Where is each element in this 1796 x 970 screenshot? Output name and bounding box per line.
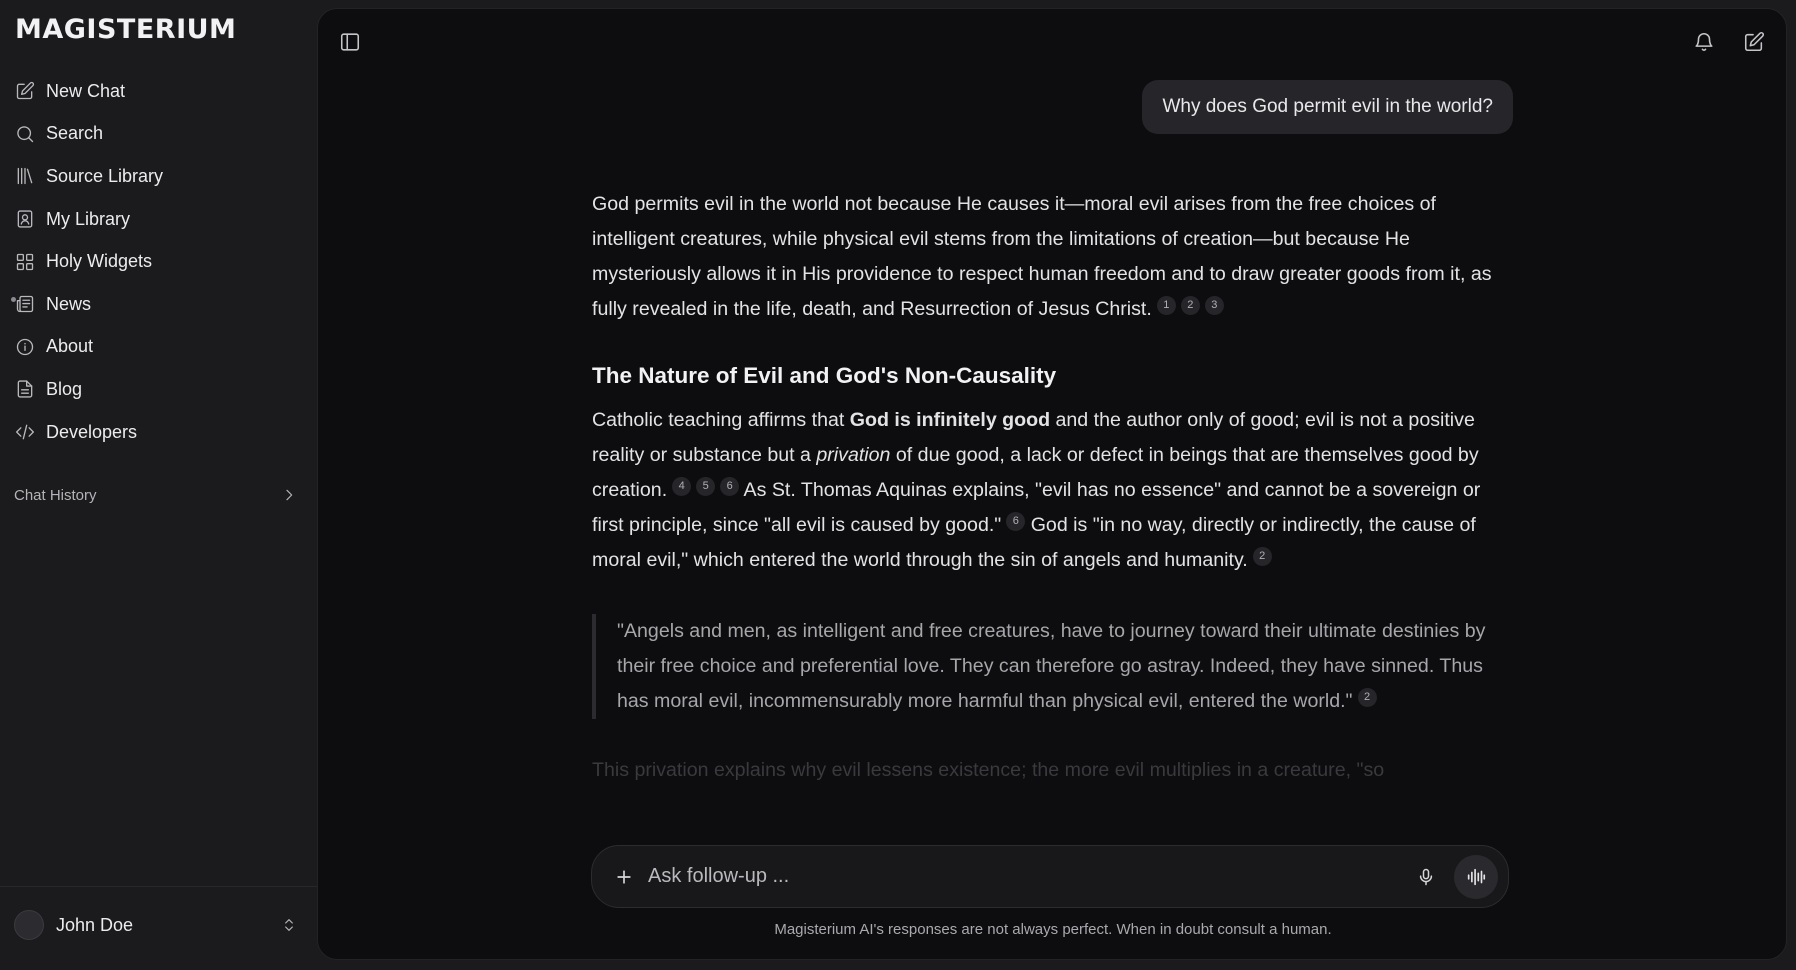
citation-badge[interactable]: 4	[672, 477, 692, 496]
sidebar-item-search[interactable]: Search	[0, 113, 317, 156]
chat-history-toggle[interactable]: Chat History	[14, 484, 297, 506]
sidebar-item-developers[interactable]: Developers	[0, 411, 317, 454]
sidebar-item-label: Developers	[46, 421, 138, 442]
sidebar-item-news[interactable]: News	[0, 283, 317, 326]
microphone-button[interactable]	[1412, 863, 1440, 891]
citation-badge[interactable]: 2	[1252, 547, 1272, 566]
chat-history-label: Chat History	[14, 486, 97, 504]
user-message-bubble: Why does God permit evil in the world?	[1142, 80, 1513, 134]
plus-icon	[617, 869, 631, 884]
sidebar-item-my-library[interactable]: My Library	[0, 198, 317, 241]
sidebar-nav: New Chat Search Source Library My Librar…	[0, 70, 317, 453]
brand-logo[interactable]: MAGISTERIUM	[15, 14, 236, 45]
new-chat-button[interactable]	[1739, 27, 1769, 57]
avatar	[14, 910, 44, 940]
grid-icon	[14, 251, 36, 273]
info-icon	[14, 336, 36, 358]
citation-badge[interactable]: 2	[1357, 688, 1377, 707]
attach-button[interactable]	[614, 867, 634, 887]
sidebar-item-new-chat[interactable]: New Chat	[0, 70, 317, 113]
answer-text: Catholic teaching affirms that	[592, 409, 850, 431]
edit-icon	[1744, 32, 1764, 52]
section-heading: The Nature of Evil and God's Non-Causali…	[592, 363, 1057, 388]
edit-icon	[14, 80, 36, 102]
disclaimer: Magisterium AI's responses are not alway…	[774, 921, 1332, 938]
user-menu[interactable]: John Doe	[14, 907, 297, 943]
library-icon	[14, 165, 36, 187]
sidebar-item-about[interactable]: About	[0, 326, 317, 369]
waveform-icon	[1467, 868, 1486, 885]
sidebar-item-label: Holy Widgets	[46, 251, 153, 272]
voice-mode-button[interactable]	[1454, 854, 1498, 899]
citation-badge[interactable]: 2	[1180, 296, 1200, 315]
answer-paragraph: Catholic teaching affirms that God is in…	[592, 403, 1512, 578]
search-icon	[14, 123, 36, 145]
chevron-up-down-icon	[285, 919, 293, 931]
sidebar-item-label: Search	[46, 123, 104, 144]
bell-icon	[1695, 33, 1713, 51]
follow-up-input[interactable]	[648, 865, 1412, 888]
sidebar-item-label: News	[46, 293, 92, 314]
sidebar-item-label: New Chat	[46, 80, 126, 101]
sidebar-item-label: My Library	[46, 208, 131, 229]
divider	[0, 886, 317, 887]
chat-panel: Why does God permit evil in the world? G…	[317, 8, 1787, 960]
sidebar-icon	[340, 33, 360, 51]
composer	[591, 845, 1509, 908]
sidebar: MAGISTERIUM New Chat Search Source Libra…	[0, 0, 317, 970]
toggle-sidebar-button[interactable]	[335, 27, 365, 57]
document-icon	[14, 378, 36, 400]
notifications-button[interactable]	[1689, 27, 1719, 57]
citation-badge[interactable]: 5	[696, 477, 716, 496]
quote-text: "Angels and men, as intelligent and free…	[617, 620, 1486, 712]
contact-book-icon	[14, 208, 36, 230]
block-quote: "Angels and men, as intelligent and free…	[592, 614, 1512, 719]
citation-badge[interactable]: 6	[720, 477, 740, 496]
answer-paragraph-faded: This privation explains why evil lessens…	[592, 759, 1385, 781]
answer-text: God permits evil in the world not becaus…	[592, 193, 1492, 320]
sidebar-item-source-library[interactable]: Source Library	[0, 155, 317, 198]
citation-badge[interactable]: 1	[1156, 296, 1176, 315]
assistant-answer: God permits evil in the world not becaus…	[592, 187, 1512, 788]
chevron-right-icon	[286, 489, 293, 501]
sidebar-item-holy-widgets[interactable]: Holy Widgets	[0, 240, 317, 283]
newspaper-icon	[14, 293, 36, 315]
italic-text: privation	[816, 444, 891, 466]
bold-text: God is infinitely good	[849, 409, 1051, 431]
answer-paragraph: God permits evil in the world not becaus…	[592, 187, 1512, 327]
user-name: John Doe	[56, 914, 134, 935]
unread-dot	[11, 296, 16, 302]
microphone-icon	[1419, 868, 1433, 885]
app: MAGISTERIUM New Chat Search Source Libra…	[0, 0, 1796, 970]
sidebar-item-label: Blog	[46, 378, 83, 399]
sidebar-item-label: Source Library	[46, 165, 164, 186]
sidebar-item-label: About	[46, 336, 94, 357]
sidebar-item-blog[interactable]: Blog	[0, 368, 317, 411]
code-icon	[14, 421, 36, 443]
citation-badge[interactable]: 3	[1204, 296, 1224, 315]
citation-badge[interactable]: 6	[1006, 512, 1026, 531]
